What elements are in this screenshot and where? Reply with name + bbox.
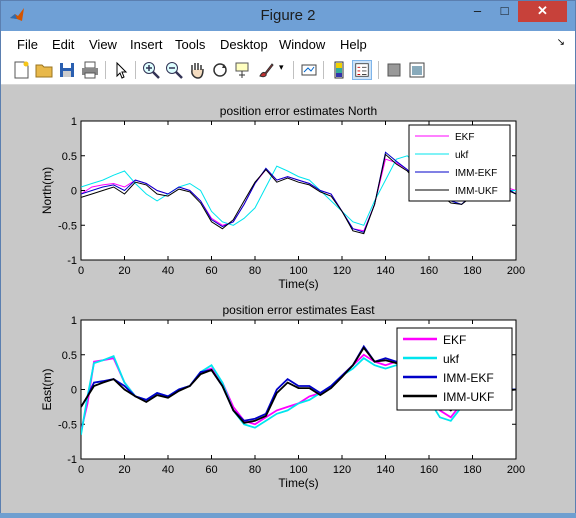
- menu-desktop[interactable]: Desktop: [220, 37, 268, 52]
- data-cursor-icon[interactable]: [233, 60, 253, 80]
- x-axis-label: Time(s): [278, 476, 318, 490]
- y-tick-label: -0.5: [58, 220, 77, 232]
- y-tick-label: 0: [71, 186, 77, 198]
- legend-label: ukf: [443, 352, 460, 366]
- y-tick-label: 0.5: [62, 350, 77, 362]
- toolbar-separator: [378, 61, 379, 79]
- minimize-button[interactable]: –: [464, 1, 491, 22]
- figure-toolbar: ▾: [1, 56, 575, 85]
- pan-hand-icon[interactable]: [187, 60, 207, 80]
- menu-bar: File Edit View Insert Tools Desktop Wind…: [1, 31, 575, 56]
- legend-label: IMM-UKF: [443, 390, 494, 404]
- x-tick-label: 120: [333, 464, 351, 476]
- figure-canvas: 0 20 40 60 80 100 120 140 160 180 200 -1 -0.5 0 0.5 1 po…: [1, 85, 575, 513]
- x-tick-label: 100: [289, 265, 307, 277]
- x-tick-label: 140: [376, 464, 394, 476]
- x-tick-label: 20: [118, 464, 130, 476]
- x-tick-label: 200: [507, 464, 525, 476]
- menu-window[interactable]: Window: [279, 37, 325, 52]
- brush-dropdown-icon[interactable]: ▾: [279, 62, 289, 82]
- rotate-3d-icon[interactable]: [210, 60, 230, 80]
- legend-icon[interactable]: [352, 60, 372, 80]
- legend-label: ukf: [455, 150, 469, 161]
- x-tick-label: 180: [463, 464, 481, 476]
- toolbar-separator: [105, 61, 106, 79]
- menu-view[interactable]: View: [89, 37, 117, 52]
- toolbar-separator: [323, 61, 324, 79]
- title-bar[interactable]: Figure 2 – □ ✕: [1, 1, 575, 31]
- toolbar-separator: [135, 61, 136, 79]
- menu-tools[interactable]: Tools: [175, 37, 205, 52]
- y-tick-label: -0.5: [58, 419, 77, 431]
- y-tick-label: 0: [71, 385, 77, 397]
- zoom-out-icon[interactable]: [164, 60, 184, 80]
- x-tick-label: 160: [420, 464, 438, 476]
- x-tick-label: 0: [78, 464, 84, 476]
- chart-title: position error estimates North: [220, 104, 377, 118]
- legend-label: IMM-EKF: [455, 168, 497, 179]
- y-tick-label: -1: [67, 454, 77, 466]
- hide-plot-tools-icon[interactable]: [384, 60, 404, 80]
- y-axis-label: North(m): [40, 167, 54, 214]
- close-button[interactable]: ✕: [518, 1, 567, 22]
- brush-icon[interactable]: [256, 60, 276, 80]
- y-tick-label: 1: [71, 315, 77, 327]
- x-tick-label: 40: [162, 265, 174, 277]
- save-icon[interactable]: [57, 60, 77, 80]
- x-tick-label: 20: [118, 265, 130, 277]
- maximize-button[interactable]: □: [491, 1, 518, 22]
- y-axis-label: East(m): [40, 368, 54, 410]
- x-tick-label: 200: [507, 265, 525, 277]
- y-tick-label: 1: [71, 116, 77, 128]
- x-tick-label: 180: [463, 265, 481, 277]
- x-tick-label: 100: [289, 464, 307, 476]
- figure-plots: 0 20 40 60 80 100 120 140 160 180 200-1-0.500.51po…: [40, 104, 525, 490]
- x-tick-label: 60: [205, 464, 217, 476]
- legend-label: EKF: [443, 333, 466, 347]
- axes-north: 0 20 40 60 80 100 120 140 160 180 200 -1 -0.5 0 0.5 1 po…: [40, 104, 525, 291]
- open-file-icon[interactable]: [34, 60, 54, 80]
- legend: EKF ukf IMM-EKF IMM-UKF: [396, 327, 513, 411]
- dock-arrow-icon[interactable]: ↘: [557, 37, 565, 48]
- x-tick-label: 80: [249, 464, 261, 476]
- link-plot-icon[interactable]: [299, 60, 319, 80]
- show-plot-tools-icon[interactable]: [407, 60, 427, 80]
- menu-help[interactable]: Help: [340, 37, 367, 52]
- x-tick-label: 60: [205, 265, 217, 277]
- y-tick-label: 0.5: [62, 151, 77, 163]
- x-axis-label: Time(s): [278, 277, 318, 291]
- chart-title: position error estimates East: [222, 303, 375, 317]
- colorbar-icon[interactable]: [329, 60, 349, 80]
- new-figure-icon[interactable]: [11, 60, 31, 80]
- menu-file[interactable]: File: [17, 37, 38, 52]
- legend-label: IMM-UKF: [455, 186, 498, 197]
- zoom-in-icon[interactable]: [141, 60, 161, 80]
- print-icon[interactable]: [80, 60, 100, 80]
- menu-edit[interactable]: Edit: [52, 37, 74, 52]
- legend-label: IMM-EKF: [443, 371, 494, 385]
- legend-label: EKF: [455, 132, 474, 143]
- x-tick-label: 0: [78, 265, 84, 277]
- x-tick-label: 140: [376, 265, 394, 277]
- x-tick-label: 80: [249, 265, 261, 277]
- menu-insert[interactable]: Insert: [130, 37, 163, 52]
- axes-east: 0 20 40 60 80 100 120 140 160 180 200 -1 -0.5 0 0.5 1 po…: [40, 303, 525, 490]
- figure-window: Figure 2 – □ ✕ File Edit View Insert Too…: [0, 0, 576, 513]
- x-tick-label: 120: [333, 265, 351, 277]
- x-tick-label: 160: [420, 265, 438, 277]
- y-tick-label: -1: [67, 255, 77, 267]
- x-tick-label: 40: [162, 464, 174, 476]
- pointer-icon[interactable]: [111, 60, 131, 80]
- legend: EKF ukf IMM-EKF IMM-UKF: [408, 124, 511, 202]
- toolbar-separator: [293, 61, 294, 79]
